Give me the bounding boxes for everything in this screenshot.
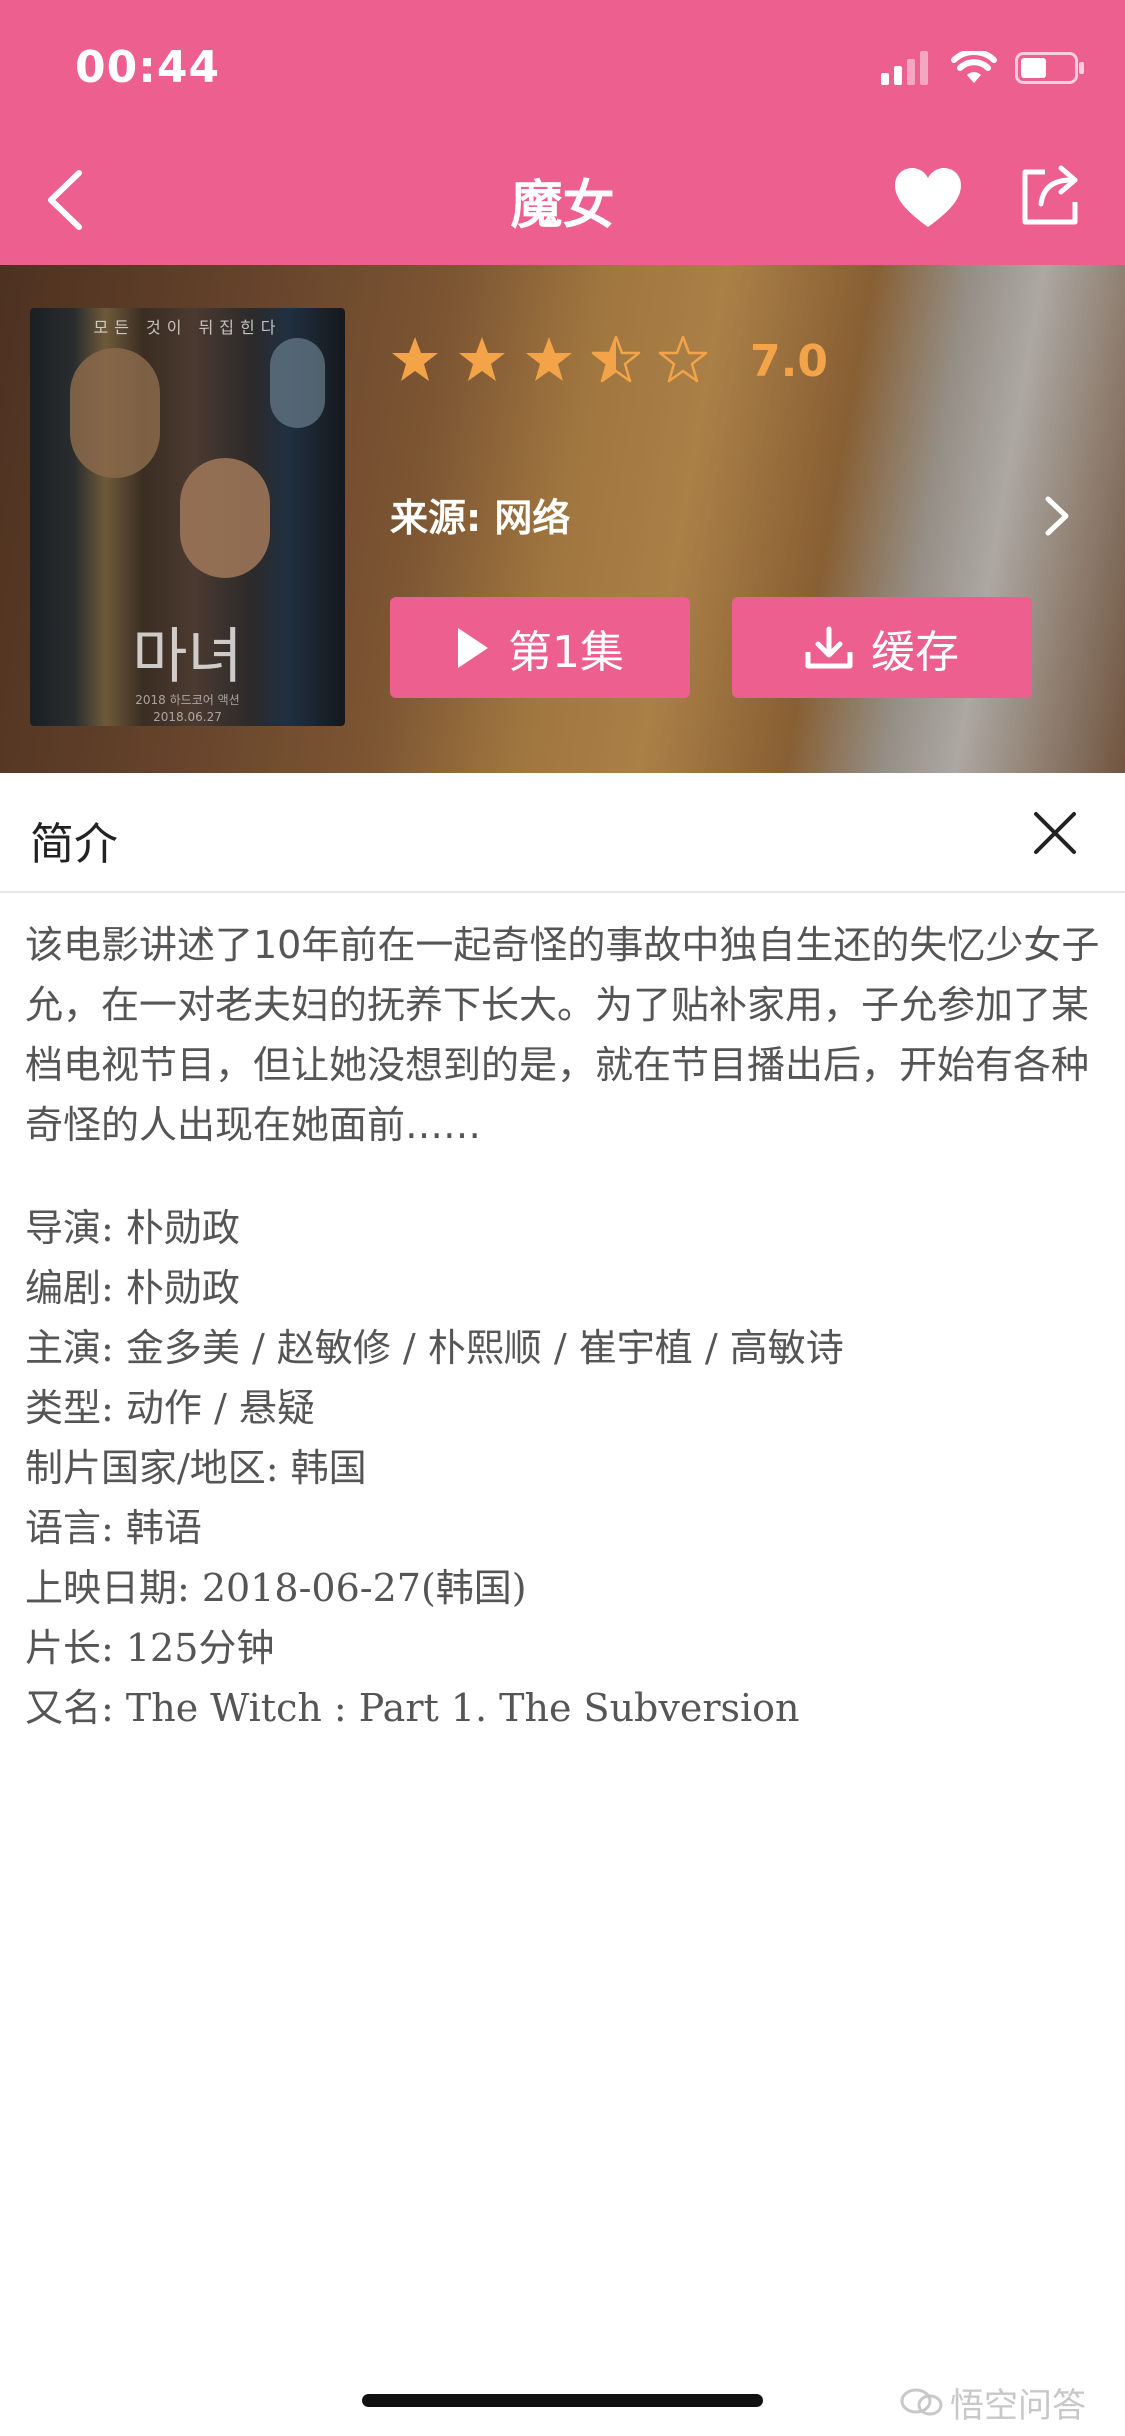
poster-credit: 2018 하드코어 액션 (135, 693, 240, 707)
detail-country: 制片国家/地区: 韩国 (25, 1446, 367, 1490)
top-bar: 00:44 魔女 (0, 0, 1125, 265)
battery-icon (1015, 52, 1084, 84)
rating-stars (390, 335, 708, 385)
rating-score: 7.0 (750, 336, 828, 387)
poster-figure (70, 348, 160, 478)
poster-title: 마녀 (132, 622, 243, 692)
signal-icon (881, 51, 928, 85)
synopsis-text: 该电影讲述了10年前在一起奇怪的事故中独自生还的失忆少女子允，在一对老夫妇的抚养… (25, 923, 1100, 1147)
chat-bubble-icon (900, 2388, 943, 2415)
play-episode-button[interactable]: 第1集 (390, 597, 690, 698)
star-full-icon (392, 337, 438, 381)
cache-label: 缓存 (871, 626, 959, 678)
detail-writer: 编剧: 朴勋政 (25, 1266, 240, 1310)
close-icon[interactable] (1030, 808, 1080, 858)
status-icons (881, 48, 1085, 88)
detail-cast: 主演: 金多美 / 赵敏修 / 朴熙顺 / 崔宇植 / 高敏诗 (25, 1326, 844, 1370)
wifi-icon (951, 51, 997, 83)
cache-button[interactable]: 缓存 (732, 597, 1032, 698)
star-full-icon (526, 337, 572, 381)
play-icon (458, 627, 488, 668)
movie-poster[interactable]: 모든 것이 뒤집힌다 마녀 2018 하드코어 액션 2018.06.27 (30, 308, 345, 726)
share-icon[interactable] (1015, 162, 1085, 232)
detail-aka: 又名: The Witch : Part 1. The Subversion (25, 1686, 800, 1730)
detail-release-date: 上映日期: 2018-06-27(韩国) (25, 1566, 527, 1610)
poster-figure (270, 338, 325, 428)
play-episode-label: 第1集 (508, 626, 624, 678)
intro-header: 简介 (0, 773, 1125, 893)
detail-director: 导演: 朴勋政 (25, 1206, 240, 1250)
home-indicator[interactable] (362, 2394, 763, 2407)
poster-figure (180, 458, 270, 578)
intro-title: 简介 (30, 819, 118, 870)
detail-genre: 类型: 动作 / 悬疑 (25, 1386, 315, 1430)
poster-tagline: 모든 것이 뒤집힌다 (93, 318, 282, 337)
download-icon (805, 626, 853, 668)
source-label[interactable]: 来源: 网络 (390, 487, 570, 542)
star-empty-icon (658, 335, 708, 383)
star-full-icon (459, 337, 505, 381)
detail-runtime: 片长: 125分钟 (25, 1626, 275, 1670)
movie-details: 导演: 朴勋政 编剧: 朴勋政 主演: 金多美 / 赵敏修 / 朴熙顺 / 崔宇… (25, 1198, 1105, 1738)
chevron-right-icon[interactable] (1040, 493, 1074, 539)
watermark-text: 悟空问答 (950, 2386, 1086, 2426)
star-half-icon (591, 335, 641, 383)
status-time: 00:44 (75, 42, 221, 93)
heart-icon[interactable] (893, 165, 963, 235)
poster-date: 2018.06.27 (153, 710, 222, 724)
detail-language: 语言: 韩语 (25, 1506, 202, 1550)
movie-hero: 모든 것이 뒤집힌다 마녀 2018 하드코어 액션 2018.06.27 7.… (0, 265, 1125, 773)
watermark: 悟空问答 (900, 2378, 1086, 2427)
